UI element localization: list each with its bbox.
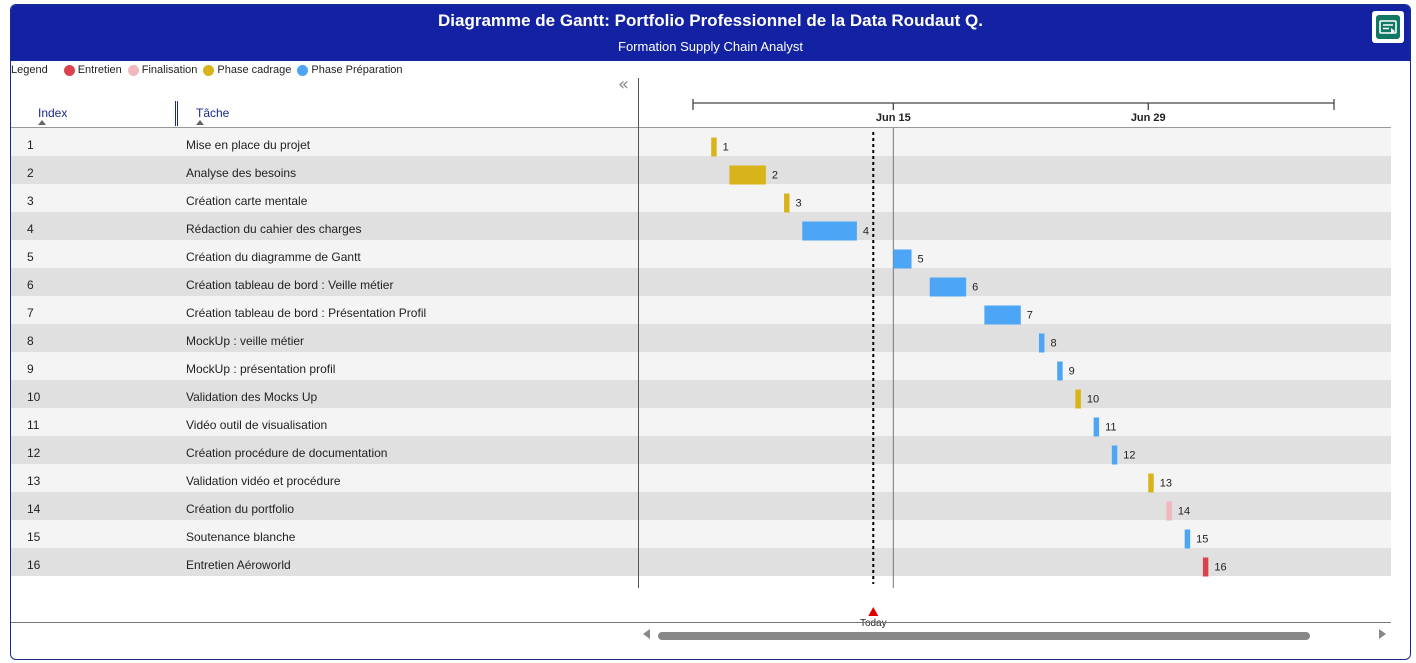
gantt-bar-label: 10 [1087, 394, 1099, 406]
gantt-bar-label: 2 [772, 170, 778, 182]
gantt-bar[interactable] [729, 165, 766, 185]
gantt-bar[interactable] [1148, 473, 1154, 493]
gantt-bar[interactable] [1075, 389, 1081, 409]
time-axis-tick-label: Jun 29 [1131, 112, 1166, 124]
scroll-right-arrow-icon[interactable] [1379, 629, 1386, 639]
gantt-bar-label: 11 [1105, 422, 1116, 434]
gantt-bar[interactable] [1038, 333, 1045, 353]
gantt-bar[interactable] [1057, 361, 1063, 381]
gantt-bar[interactable] [802, 221, 857, 241]
gantt-bar[interactable] [1111, 445, 1118, 465]
gantt-bar-label: 13 [1160, 478, 1172, 490]
gantt-bar-label: 8 [1050, 338, 1056, 350]
gantt-timeline: Jun 15 Jun 2912345678910111213141516Today [692, 99, 1335, 629]
today-label: Today [860, 618, 887, 629]
gantt-bar[interactable] [1202, 557, 1209, 577]
today-marker-icon [868, 607, 879, 616]
gantt-bar[interactable] [984, 305, 1021, 325]
gantt-bar-label: 16 [1214, 562, 1226, 574]
footer-divider [11, 622, 1391, 623]
gantt-bar[interactable] [929, 277, 967, 297]
gantt-bar[interactable] [1093, 417, 1100, 437]
gantt-bar[interactable] [784, 193, 790, 213]
gantt-bar-label: 4 [863, 226, 869, 238]
gantt-bar[interactable] [1184, 529, 1191, 549]
scroll-left-arrow-icon[interactable] [643, 629, 650, 639]
horizontal-scrollbar[interactable] [656, 630, 1376, 642]
time-axis-tick-label: Jun 15 [876, 112, 911, 124]
gantt-bar-label: 7 [1027, 310, 1033, 322]
gantt-bar-label: 12 [1123, 450, 1135, 462]
gantt-bar[interactable] [893, 249, 912, 269]
grid-timeline-divider[interactable] [638, 78, 639, 588]
scroll-thumb[interactable] [658, 632, 1310, 640]
gantt-bar-label: 3 [796, 198, 802, 210]
gantt-bar-label: 6 [972, 282, 978, 294]
gantt-bar[interactable] [1166, 501, 1172, 521]
gantt-bar-label: 9 [1069, 366, 1075, 378]
gantt-bar-label: 15 [1196, 534, 1208, 546]
gantt-bar[interactable] [711, 137, 717, 157]
gantt-bar-label: 14 [1178, 506, 1190, 518]
gantt-bar-label: 5 [918, 254, 924, 266]
gantt-bar-label: 1 [723, 142, 729, 154]
